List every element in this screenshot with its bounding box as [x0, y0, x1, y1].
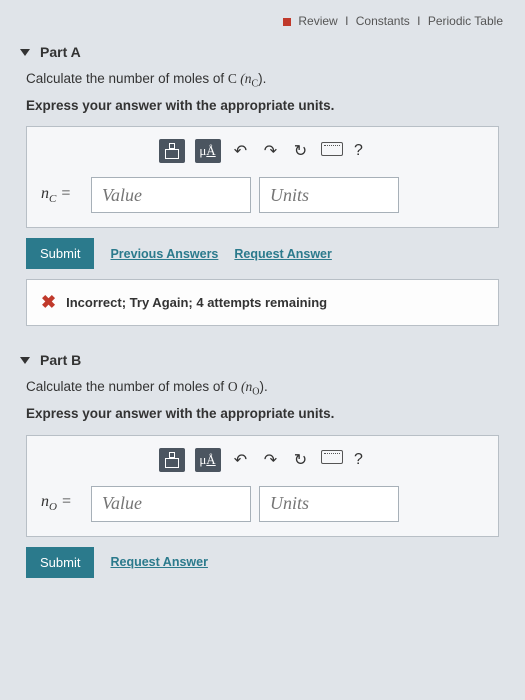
previous-answers-link[interactable]: Previous Answers [110, 247, 218, 261]
part-a-answer-box: μÅ ↶ ↷ ↻ ? nC = [26, 126, 499, 228]
units-input[interactable] [259, 486, 399, 522]
prompt-var: (n [237, 71, 252, 86]
part-b-title: Part B [40, 352, 81, 368]
constants-link[interactable]: Constants [354, 14, 412, 28]
undo-icon[interactable]: ↶ [231, 141, 251, 161]
submit-button[interactable]: Submit [26, 547, 94, 578]
help-icon[interactable]: ? [351, 142, 367, 160]
periodic-table-link[interactable]: Periodic Table [426, 14, 505, 28]
input-row: nO = [41, 486, 484, 522]
var-eq: = [56, 185, 71, 202]
part-a-prompt: Calculate the number of moles of C (nC). [26, 68, 505, 93]
var-n: n [41, 493, 49, 510]
review-link[interactable]: Review [296, 14, 339, 28]
request-answer-link[interactable]: Request Answer [234, 247, 331, 261]
prompt-text: ). [258, 71, 266, 86]
value-input[interactable] [91, 486, 251, 522]
answer-toolbar: μÅ ↶ ↷ ↻ ? [41, 139, 484, 163]
redo-icon[interactable]: ↷ [261, 141, 281, 161]
feedback-text: Incorrect; Try Again; 4 attempts remaini… [66, 295, 327, 310]
var-eq: = [57, 493, 72, 510]
incorrect-icon: ✖ [41, 292, 56, 313]
help-icon[interactable]: ? [351, 451, 367, 469]
part-b-answer-box: μÅ ↶ ↷ ↻ ? nO = [26, 435, 499, 537]
caret-down-icon [20, 49, 30, 56]
keyboard-icon[interactable] [321, 142, 341, 161]
sep: I [415, 14, 422, 28]
undo-icon[interactable]: ↶ [231, 450, 251, 470]
prompt-element: C [228, 71, 237, 86]
symbols-icon[interactable]: μÅ [195, 448, 221, 472]
value-input[interactable] [91, 177, 251, 213]
part-a-actions: Submit Previous Answers Request Answer [26, 238, 499, 269]
var-sub: O [49, 502, 57, 514]
template-icon[interactable] [159, 139, 185, 163]
part-b-actions: Submit Request Answer [26, 547, 499, 578]
top-nav: Review I Constants I Periodic Table [20, 10, 505, 38]
part-a-header[interactable]: Part A [20, 38, 505, 68]
var-n: n [41, 185, 49, 202]
submit-button[interactable]: Submit [26, 238, 94, 269]
part-a-title: Part A [40, 44, 81, 60]
part-b-express: Express your answer with the appropriate… [26, 403, 505, 425]
request-answer-link[interactable]: Request Answer [110, 555, 207, 569]
answer-toolbar: μÅ ↶ ↷ ↻ ? [41, 448, 484, 472]
prompt-text: ). [259, 379, 267, 394]
caret-down-icon [20, 357, 30, 364]
part-b-prompt: Calculate the number of moles of O (nO). [26, 376, 505, 401]
keyboard-icon[interactable] [321, 450, 341, 469]
units-input[interactable] [259, 177, 399, 213]
part-b-header[interactable]: Part B [20, 346, 505, 376]
prompt-text: Calculate the number of moles of [26, 71, 228, 86]
reset-icon[interactable]: ↻ [291, 141, 311, 161]
prompt-element: O [228, 379, 238, 394]
variable-label: nO = [41, 493, 83, 513]
template-icon[interactable] [159, 448, 185, 472]
review-icon [283, 18, 291, 26]
prompt-var: (n [238, 379, 253, 394]
feedback-box: ✖ Incorrect; Try Again; 4 attempts remai… [26, 279, 499, 326]
prompt-text: Calculate the number of moles of [26, 379, 228, 394]
symbols-icon[interactable]: μÅ [195, 139, 221, 163]
part-a-express: Express your answer with the appropriate… [26, 95, 505, 117]
reset-icon[interactable]: ↻ [291, 450, 311, 470]
sep: I [343, 14, 350, 28]
redo-icon[interactable]: ↷ [261, 450, 281, 470]
input-row: nC = [41, 177, 484, 213]
variable-label: nC = [41, 185, 83, 205]
